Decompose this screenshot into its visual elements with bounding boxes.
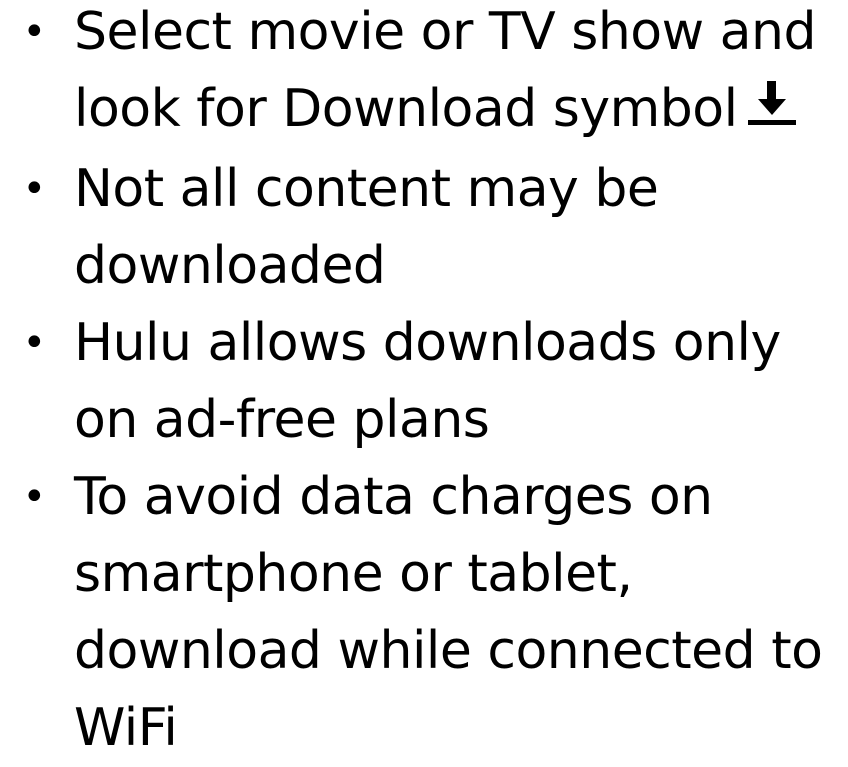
slide: • Select movie or TV show and look for D… [0,0,848,758]
download-arrow-icon [746,70,798,147]
bullet-list: • Select movie or TV show and look for D… [0,0,848,767]
bullet-dot: • [22,165,46,212]
bullet-dot: • [22,473,46,520]
bullet-dot: • [22,9,46,55]
bullet-dot: • [22,319,46,366]
bullet-text-content: Select movie or TV show and look for Dow… [74,2,817,139]
bullet-item-select-movie: • Select movie or TV show and look for D… [0,0,848,151]
bullet-item-avoid-data-charges: • To avoid data charges on smartphone or… [0,459,848,767]
bullet-item-hulu-downloads: • Hulu allows downloads only on ad-free … [0,305,848,459]
bullet-text: Not all content may be downloaded [74,158,659,296]
bullet-text: To avoid data charges on smartphone or t… [74,466,823,758]
bullet-item-not-all-content: • Not all content may be downloaded [0,151,848,305]
bullet-text: Hulu allows downloads only on ad-free pl… [74,312,781,450]
bullet-text: Select movie or TV show and look for Dow… [74,0,848,151]
